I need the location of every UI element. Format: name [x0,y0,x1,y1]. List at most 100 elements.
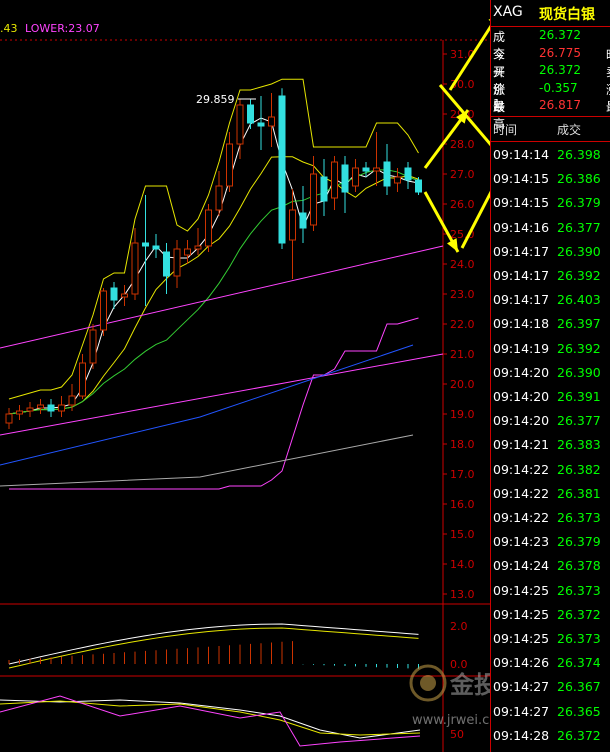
y-tick-label: 18.0 [450,438,475,451]
y-tick-label: 13.0 [450,588,475,601]
trade-price: 26.379 [557,534,601,550]
indicator-prefix: .43 [0,22,18,35]
trade-price: 26.365 [557,703,601,719]
candle-body [373,167,380,172]
candle-body [257,122,265,127]
candle-body [268,116,275,127]
candle-body [415,179,422,193]
quote-extra: 涨 [606,81,610,98]
trade-time: 09:14:22 [493,510,550,525]
candle-body [89,329,97,364]
trade-price: 26.392 [557,340,601,356]
trade-price: 26.377 [557,219,601,235]
candle-body [5,413,13,424]
candle-body [289,209,296,241]
trade-price: 26.373 [557,631,601,646]
y-tick-label: 27.0 [450,168,475,181]
trade-price: 26.390 [557,243,601,259]
candle-body [37,404,44,409]
trade-time: 09:14:25 [493,631,550,646]
candle-body [100,290,107,331]
candle-body [320,176,328,202]
trend-line [0,245,444,349]
trade-price: 26.372 [557,727,601,743]
y-tick-label: 17.0 [450,468,475,481]
trade-price: 26.373 [557,582,601,598]
candle-body [236,104,244,145]
candle-body [173,248,181,277]
trade-price: 26.367 [557,679,601,695]
quote-value: 26.372 [539,63,581,78]
watermark: 金投网 www.jrwei.com [409,664,490,728]
trade-price: 26.392 [557,268,601,283]
y-tick-label: 28.0 [450,138,475,151]
y-tick-label: 15.0 [450,528,475,541]
candle-body [194,245,202,250]
watermark-url: www.jrwei.com [412,713,490,728]
trade-time: 09:14:28 [493,727,550,743]
trade-time: 09:14:22 [493,485,550,501]
macd-panel: 2.0 0.0 [8,620,468,671]
symbol: XAG [493,4,523,20]
trend-line [0,353,444,436]
y-tick-label: 19.0 [450,408,475,421]
quote-panel: XAG 现货白银 成交26.372今开26.775昨买价126.372卖涨跌-0… [490,0,610,752]
candle-body [110,287,118,301]
trade-time: 09:14:17 [493,268,550,283]
y-tick-label: 24.0 [450,258,475,271]
candle-body [341,164,349,193]
trade-price: 26.391 [557,389,601,404]
trade-time: 09:14:22 [493,461,550,477]
y-tick-label: 20.0 [450,378,475,391]
trade-time: 09:14:27 [493,679,550,695]
trades-header-price: 成交 [557,123,582,137]
trade-time: 09:14:27 [493,703,550,719]
trade-time: 09:14:21 [493,437,550,453]
kdj-tick-label: 50 [450,728,464,741]
watermark-text: 金投网 [449,671,490,699]
trade-time: 09:14:16 [493,219,550,235]
trade-time: 09:14:25 [493,582,550,598]
candle-body [16,410,23,415]
price-chart: 31.030.029.028.027.026.025.024.023.022.0… [0,18,490,752]
trade-price: 26.386 [557,171,601,187]
kdj-panel: 50 [0,695,464,747]
trade-price: 26.379 [557,195,601,211]
trade-time: 09:14:18 [493,316,550,332]
candle-body [352,167,359,187]
candle-body [383,161,391,187]
y-tick-label: 23.0 [450,288,475,301]
y-tick-labels: 31.030.029.028.027.026.025.024.023.022.0… [443,48,475,601]
candle-body [394,176,401,184]
quote-value: 26.775 [539,45,581,60]
trade-time: 09:14:24 [493,558,550,574]
macd-tick-label: 2.0 [450,620,468,633]
kdj-k-line [0,699,421,739]
trade-time: 09:14:23 [493,534,550,550]
trades-header: 时间 成交 [491,116,610,142]
trade-price: 26.374 [557,655,601,671]
y-tick-label: 14.0 [450,558,475,571]
candle-body [121,293,128,298]
y-tick-label: 26.0 [450,198,475,211]
trade-time: 09:14:19 [493,340,550,356]
macd-dif-line [8,623,419,665]
candle-body [362,167,370,172]
candle-body [58,404,65,412]
candle-body [205,209,212,247]
candle-body [215,185,223,211]
candle-body [163,251,170,277]
trade-price: 26.397 [557,316,601,332]
candle-body [68,395,76,406]
trade-time: 09:14:15 [493,195,550,211]
candle-body [142,242,149,247]
candle-body [47,404,55,412]
trade-time: 09:14:17 [493,292,550,308]
candle-body [247,104,254,124]
candles [5,88,422,429]
y-tick-label: 22.0 [450,318,475,331]
trade-time: 09:14:26 [493,655,550,671]
trade-price: 26.382 [557,461,601,477]
y-tick-label: 21.0 [450,348,475,361]
candle-body [79,362,86,397]
